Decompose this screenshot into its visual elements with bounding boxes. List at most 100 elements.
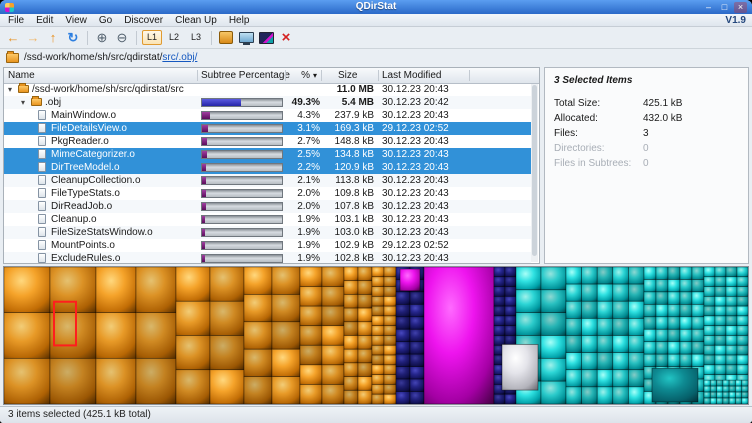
breadcrumb-link-src[interactable]: src/	[162, 52, 178, 63]
treemap-level-1-button[interactable]: L1	[142, 30, 162, 45]
column-header-percent[interactable]: %	[288, 68, 310, 83]
details-row: Directories: 0	[545, 141, 748, 156]
row-name: Cleanup.o	[51, 213, 97, 226]
percent-value: 4.3%	[286, 109, 320, 122]
treemap-level-2-button[interactable]: L2	[164, 30, 184, 45]
breadcrumb-link-obj[interactable]: .obj/	[178, 52, 197, 63]
details-value: 3	[643, 126, 649, 141]
header-separator	[469, 70, 470, 81]
percent-value: 1.9%	[286, 213, 320, 226]
percent-value: 1.9%	[286, 252, 320, 264]
size-value: 237.9 kB	[322, 109, 374, 122]
table-row[interactable]: DirReadJob.o2.0%107.8 kB30.12.23 20:43	[4, 200, 531, 213]
minimize-button[interactable]: –	[702, 2, 715, 13]
back-button[interactable]: ←	[4, 29, 22, 47]
refresh-button[interactable]: ↻	[64, 29, 82, 47]
modified-value: 30.12.23 20:43	[382, 213, 449, 226]
menu-discover[interactable]: Discover	[118, 14, 169, 27]
file-icon	[38, 123, 46, 133]
sort-indicator-icon: ▾	[313, 68, 317, 83]
details-value: 432.0 kB	[643, 111, 682, 126]
row-name: PkgReader.o	[51, 135, 109, 148]
treemap-icon	[259, 32, 274, 44]
table-row[interactable]: ▾.obj49.3%5.4 MB30.12.23 20:42	[4, 96, 531, 109]
expand-arrow-icon[interactable]: ▾	[8, 83, 12, 96]
row-name: .obj	[45, 96, 61, 109]
details-label: Directories:	[554, 141, 605, 156]
modified-value: 30.12.23 20:43	[382, 174, 449, 187]
size-value: 120.9 kB	[322, 161, 374, 174]
up-button[interactable]: ↑	[44, 29, 62, 47]
table-row[interactable]: PkgReader.o2.7%148.8 kB30.12.23 20:43	[4, 135, 531, 148]
toolbar-separator	[87, 31, 88, 45]
package-view-button[interactable]	[217, 29, 235, 47]
menu-clean-up[interactable]: Clean Up	[169, 14, 223, 27]
details-row: Files:3	[545, 126, 748, 141]
menu-view[interactable]: View	[59, 14, 93, 27]
folder-icon	[31, 98, 42, 106]
percent-value: 2.1%	[286, 174, 320, 187]
menu-edit[interactable]: Edit	[30, 14, 59, 27]
percent-value: 2.7%	[286, 135, 320, 148]
cleanup-delete-button[interactable]: ×	[277, 29, 295, 47]
treemap-canvas[interactable]	[3, 266, 749, 405]
forward-button[interactable]: →	[24, 29, 42, 47]
size-value: 102.8 kB	[322, 252, 374, 264]
percent-bar-fill	[202, 216, 205, 223]
column-header-size[interactable]: Size	[338, 68, 357, 83]
percent-bar	[201, 98, 283, 107]
breadcrumb: /ssd-work/home/sh/src/qdirstat/src/.obj/	[0, 49, 752, 66]
modified-value: 30.12.23 20:43	[382, 226, 449, 239]
table-row[interactable]: CleanupCollection.o2.1%113.8 kB30.12.23 …	[4, 174, 531, 187]
menu-help[interactable]: Help	[223, 14, 256, 27]
qdirstat-window: QDirStat – □ × FileEditViewGoDiscoverCle…	[0, 0, 752, 423]
percent-bar	[201, 124, 283, 133]
percent-value: 2.0%	[286, 187, 320, 200]
percent-bar	[201, 163, 283, 172]
details-panel-title: 3 Selected Items	[545, 68, 748, 86]
zoom-out-button[interactable]: ⊖	[113, 29, 131, 47]
details-panel-toggle-button[interactable]	[237, 29, 255, 47]
table-row[interactable]: MimeCategorizer.o2.5%134.8 kB30.12.23 20…	[4, 148, 531, 161]
title-bar[interactable]: QDirStat – □ ×	[0, 0, 752, 14]
monitor-icon	[239, 32, 254, 43]
table-row[interactable]: MainWindow.o4.3%237.9 kB30.12.23 20:43	[4, 109, 531, 122]
breadcrumb-prefix: /ssd-work/home/sh/src/qdirstat/	[24, 52, 162, 63]
scrollbar-thumb[interactable]	[532, 85, 537, 256]
table-row[interactable]: DirTreeModel.o2.2%120.9 kB30.12.23 20:43	[4, 161, 531, 174]
table-row[interactable]: ▾/ssd-work/home/sh/src/qdirstat/src11.0 …	[4, 83, 531, 96]
percent-bar	[201, 215, 283, 224]
expand-arrow-icon[interactable]: ▾	[21, 96, 25, 109]
column-header-name[interactable]: Name	[8, 68, 35, 83]
zoom-in-button[interactable]: ⊕	[93, 29, 111, 47]
column-header-subtree-percentage[interactable]: Subtree Percentage	[201, 68, 290, 83]
row-name: MainWindow.o	[51, 109, 116, 122]
vertical-scrollbar[interactable]	[531, 84, 538, 262]
size-value: 134.8 kB	[322, 148, 374, 161]
file-icon	[38, 253, 46, 263]
percent-bar	[201, 189, 283, 198]
file-icon	[38, 175, 46, 185]
details-value: 0	[643, 156, 649, 171]
table-row[interactable]: FileSizeStatsWindow.o1.9%103.0 kB30.12.2…	[4, 226, 531, 239]
tree-rows: ▾/ssd-work/home/sh/src/qdirstat/src11.0 …	[4, 83, 531, 263]
details-value: 0	[643, 141, 649, 156]
percent-value: 1.9%	[286, 239, 320, 252]
maximize-button[interactable]: □	[718, 2, 731, 13]
treemap-level-3-button[interactable]: L3	[186, 30, 206, 45]
file-icon	[38, 162, 46, 172]
table-row[interactable]: Cleanup.o1.9%103.1 kB30.12.23 20:43	[4, 213, 531, 226]
details-label: Files in Subtrees:	[554, 156, 631, 171]
directory-tree-table: Name Subtree Percentage % ▾ Size Last Mo…	[3, 67, 540, 264]
treemap-toggle-button[interactable]	[257, 29, 275, 47]
status-bar: 3 items selected (425.1 kB total)	[0, 406, 752, 423]
menu-go[interactable]: Go	[93, 14, 118, 27]
menu-file[interactable]: File	[2, 14, 30, 27]
table-row[interactable]: ExcludeRules.o1.9%102.8 kB30.12.23 20:43	[4, 252, 531, 264]
percent-bar	[201, 111, 283, 120]
column-header-last-modified[interactable]: Last Modified	[382, 68, 441, 83]
table-row[interactable]: FileDetailsView.o3.1%169.3 kB29.12.23 02…	[4, 122, 531, 135]
table-row[interactable]: MountPoints.o1.9%102.9 kB29.12.23 02:52	[4, 239, 531, 252]
table-row[interactable]: FileTypeStats.o2.0%109.8 kB30.12.23 20:4…	[4, 187, 531, 200]
close-button[interactable]: ×	[734, 2, 747, 13]
